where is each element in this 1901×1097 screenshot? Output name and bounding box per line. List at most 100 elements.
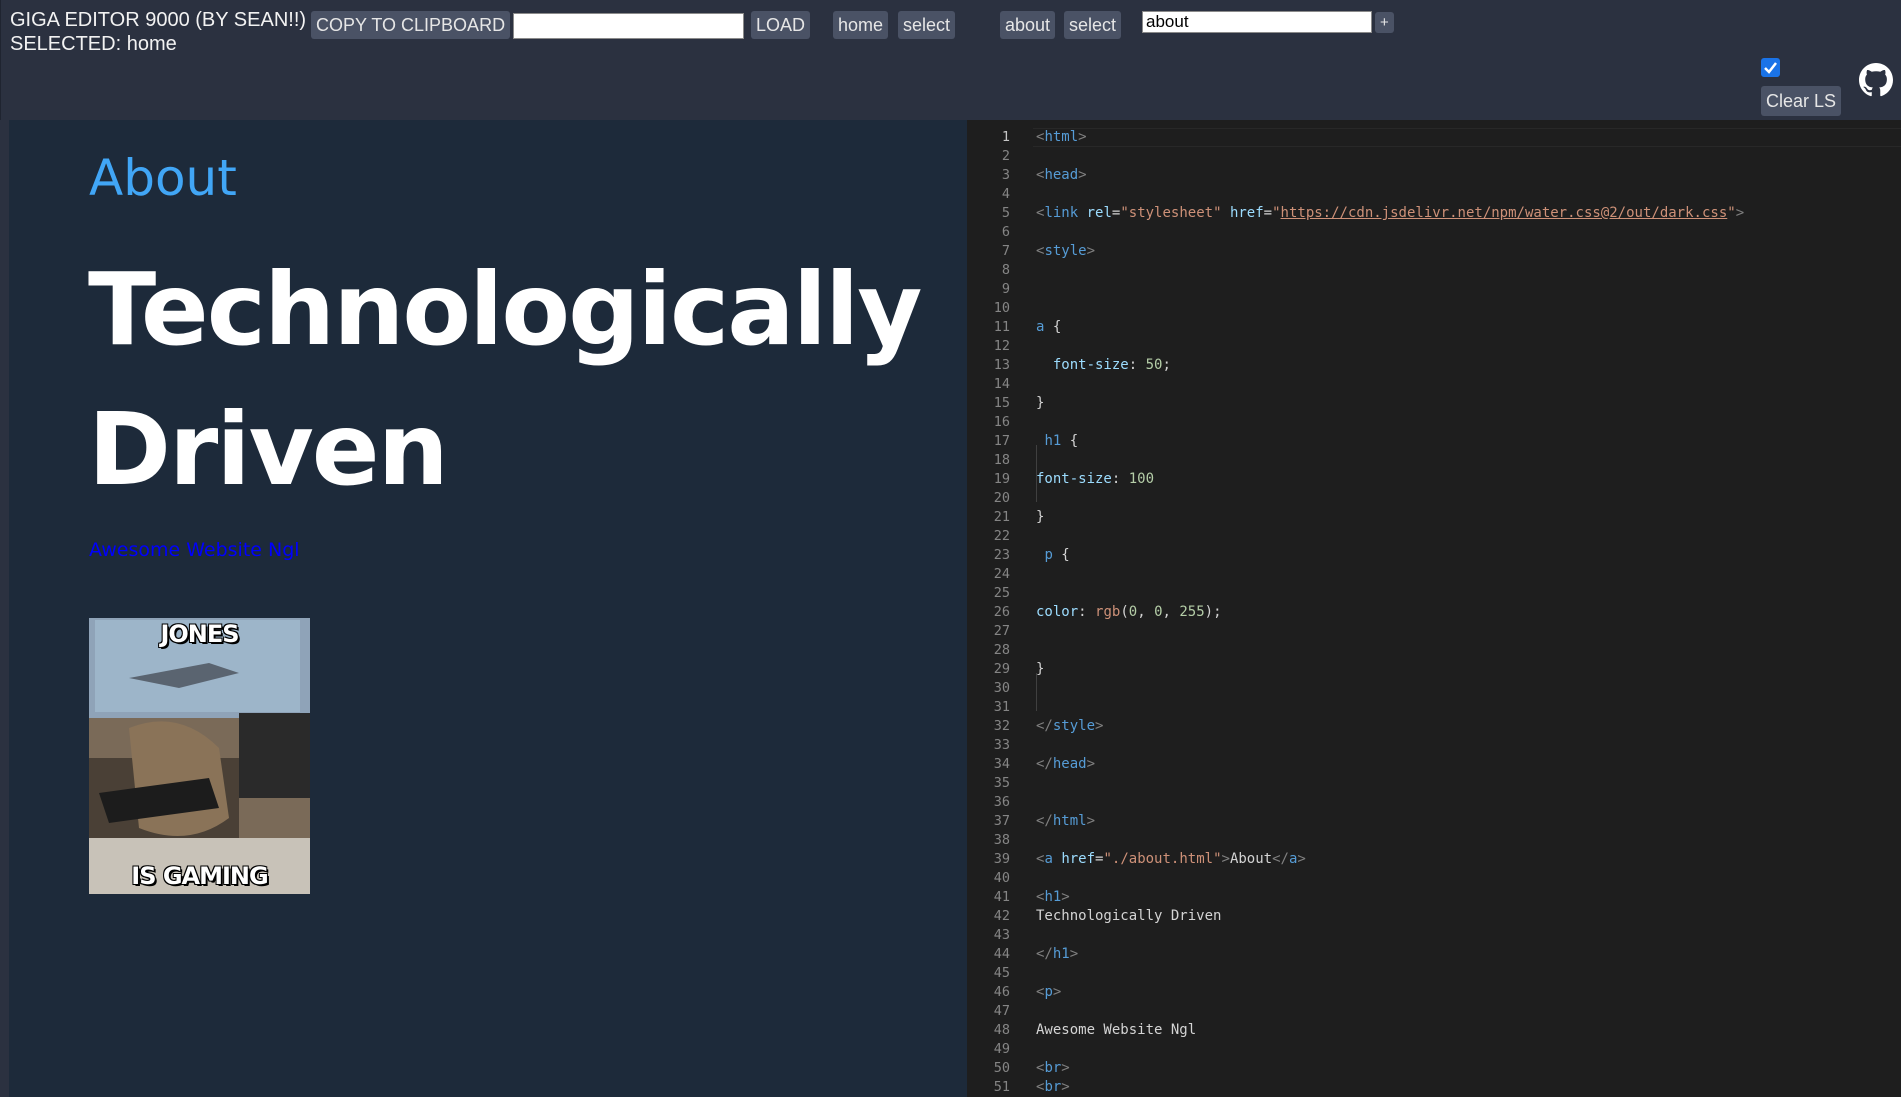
line-number: 38 [993, 832, 1010, 848]
line-number: 45 [993, 965, 1010, 981]
line-number: 10 [993, 300, 1010, 316]
line-number: 31 [993, 699, 1010, 715]
editor-line[interactable]: 26 color: rgb(0, 0, 255); [967, 603, 1901, 622]
line-number: 37 [993, 813, 1010, 829]
line-code: h1 { [1044, 433, 1079, 449]
editor-line[interactable]: 30 [967, 679, 1901, 698]
line-code: <a href="./about.html">About</a> [1036, 851, 1306, 867]
line-number: 23 [993, 547, 1010, 563]
editor-line[interactable]: 38 [967, 831, 1901, 850]
editor-line[interactable]: 22 [967, 527, 1901, 546]
editor-line[interactable]: 21} [967, 508, 1901, 527]
editor-line[interactable]: 32 </style> [967, 717, 1901, 736]
meme-image: JONES IS GAMING [89, 618, 310, 894]
line-number: 12 [993, 338, 1010, 354]
editor-line[interactable]: 23 p { [967, 546, 1901, 565]
editor-line[interactable]: 33 [967, 736, 1901, 755]
code-editor[interactable]: 1 <html> 2 3 <head> 4 5 <link rel="stylesheet" … [967, 120, 1901, 1097]
editor-line[interactable]: 8 [967, 261, 1901, 280]
line-number: 7 [1001, 243, 1010, 259]
editor-line[interactable]: 1 <html> [967, 128, 1901, 147]
line-code: color: rgb(0, 0, 255); [1036, 604, 1222, 620]
meme-illustration [89, 618, 310, 894]
editor-line[interactable]: 41 <h1> [967, 888, 1901, 907]
editor-line[interactable]: 29} [967, 660, 1901, 679]
load-input[interactable] [513, 13, 744, 39]
page-home-select-button[interactable]: select [898, 11, 956, 39]
line-code: font-size: 100 [1036, 471, 1155, 487]
load-button[interactable]: LOAD [751, 11, 811, 39]
line-number: 46 [993, 984, 1010, 1000]
selected-page-label: SELECTED: home [10, 33, 177, 55]
clear-ls-button[interactable]: Clear LS [1761, 86, 1842, 116]
editor-line[interactable]: 14 [967, 375, 1901, 394]
page-home-button[interactable]: home [833, 11, 889, 39]
editor-line[interactable]: 31 [967, 698, 1901, 717]
editor-line[interactable]: 20 [967, 489, 1901, 508]
editor-line[interactable]: 51 <br> [967, 1078, 1901, 1097]
app-title: GIGA EDITOR 9000 (BY SEAN!!) [10, 9, 307, 31]
editor-line[interactable]: 34 </head> [967, 755, 1901, 774]
github-icon[interactable] [1859, 63, 1893, 97]
editor-line[interactable]: 35 [967, 774, 1901, 793]
add-page-button[interactable]: + [1375, 12, 1394, 33]
editor-line[interactable]: 36 [967, 793, 1901, 812]
editor-line[interactable]: 28 [967, 641, 1901, 660]
line-code: } [1036, 395, 1045, 411]
line-number: 3 [1001, 167, 1010, 183]
editor-line[interactable]: 2 [967, 147, 1901, 166]
line-code: } [1036, 661, 1045, 677]
editor-line[interactable]: 48 Awesome Website Ngl [967, 1021, 1901, 1040]
line-code: <link rel="stylesheet" href="https://cdn… [1036, 205, 1745, 221]
line-number: 9 [1001, 281, 1010, 297]
editor-line[interactable]: 6 [967, 223, 1901, 242]
editor-line[interactable]: 17 h1 { [967, 432, 1901, 451]
editor-line[interactable]: 50 <br> [967, 1059, 1901, 1078]
editor-line[interactable]: 3 <head> [967, 166, 1901, 185]
line-code: </html> [1036, 813, 1096, 829]
editor-line[interactable]: 4 [967, 185, 1901, 204]
editor-line[interactable]: 12 [967, 337, 1901, 356]
editor-line[interactable]: 19 font-size: 100 [967, 470, 1901, 489]
line-number: 26 [993, 604, 1010, 620]
editor-line[interactable]: 44 </h1> [967, 945, 1901, 964]
editor-line[interactable]: 11 a { [967, 318, 1901, 337]
line-number: 18 [993, 452, 1010, 468]
editor-line[interactable]: 24 [967, 565, 1901, 584]
editor-line[interactable]: 13 font-size: 50; [967, 356, 1901, 375]
editor-line[interactable]: 27 [967, 622, 1901, 641]
editor-line[interactable]: 39 <a href="./about.html">About</a> [967, 850, 1901, 869]
meme-top-caption: JONES [160, 620, 239, 648]
autosave-checkbox[interactable] [1761, 58, 1780, 77]
line-code: <head> [1036, 167, 1087, 183]
editor-line[interactable]: 18 [967, 451, 1901, 470]
editor-line[interactable]: 15} [967, 394, 1901, 413]
editor-line[interactable]: 7 <style> [967, 242, 1901, 261]
editor-line[interactable]: 45 [967, 964, 1901, 983]
copy-to-clipboard-button[interactable]: COPY TO CLIPBOARD [311, 11, 511, 39]
editor-line[interactable]: 16 [967, 413, 1901, 432]
editor-line[interactable]: 10 [967, 299, 1901, 318]
line-number: 36 [993, 794, 1010, 810]
editor-line[interactable]: 46 <p> [967, 983, 1901, 1002]
editor-line[interactable]: 47 [967, 1002, 1901, 1021]
editor-line[interactable]: 42 Technologically Driven [967, 907, 1901, 926]
line-number: 5 [1001, 205, 1010, 221]
page-about-button[interactable]: about [1000, 11, 1056, 39]
editor-line[interactable]: 25 [967, 584, 1901, 603]
editor-line[interactable]: 9 [967, 280, 1901, 299]
line-number: 17 [993, 433, 1010, 449]
page-about-select-button[interactable]: select [1064, 11, 1122, 39]
editor-line[interactable]: 43 [967, 926, 1901, 945]
editor-line[interactable]: 5 <link rel="stylesheet" href="https://cd… [967, 204, 1901, 223]
line-number: 8 [1001, 262, 1010, 278]
new-page-name-input[interactable] [1142, 11, 1372, 33]
line-number: 6 [1001, 224, 1010, 240]
line-code: font-size: 50; [1052, 357, 1171, 373]
editor-line[interactable]: 40 [967, 869, 1901, 888]
meme-bottom-caption: IS GAMING [131, 862, 268, 890]
editor-line[interactable]: 37 </html> [967, 812, 1901, 831]
line-number: 11 [993, 319, 1010, 335]
preview-about-link[interactable]: About [89, 148, 237, 208]
editor-line[interactable]: 49 [967, 1040, 1901, 1059]
